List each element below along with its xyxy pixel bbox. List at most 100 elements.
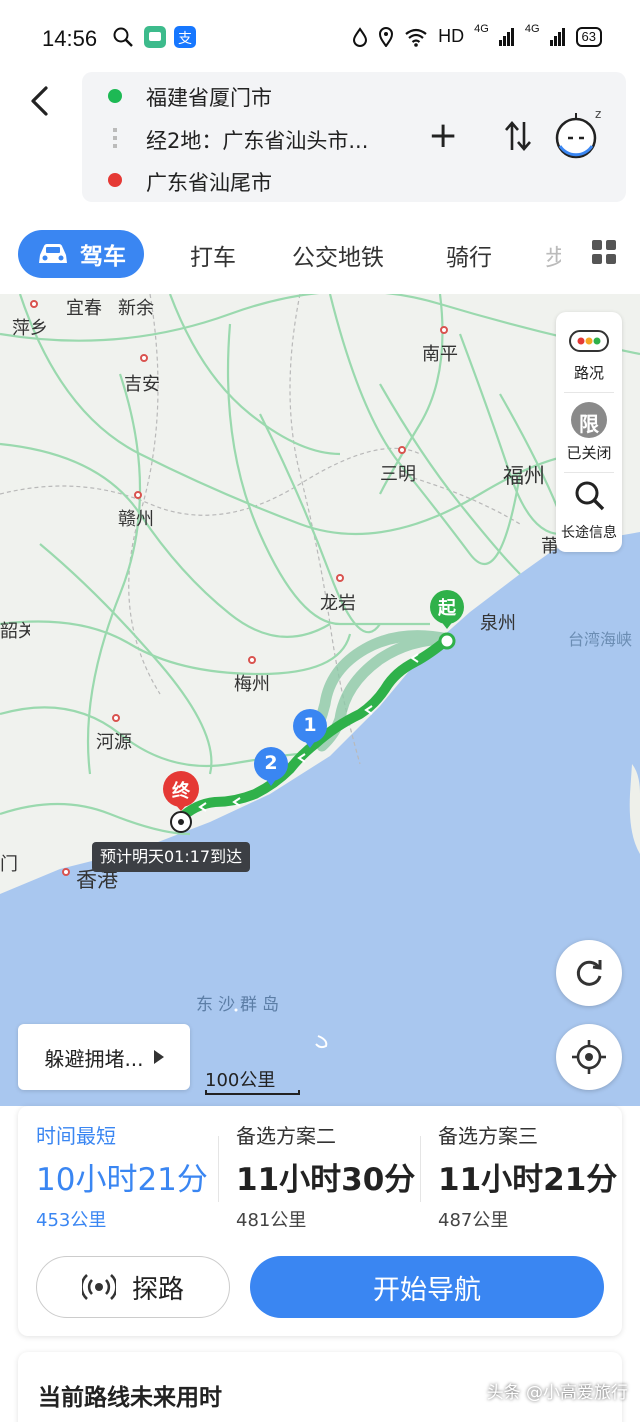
- waypoint-2-label: 2: [264, 752, 278, 774]
- drag-handle[interactable]: [113, 128, 117, 152]
- city-marker: [140, 354, 148, 362]
- start-navigation-button[interactable]: 开始导航: [250, 1256, 604, 1318]
- map-label: 梅州: [234, 674, 270, 695]
- avoid-congestion-button[interactable]: 躲避拥堵...: [18, 1024, 190, 1090]
- route-option-label: 时间最短: [36, 1124, 116, 1148]
- origin-field[interactable]: 福建省厦门市: [146, 82, 272, 112]
- route-option-distance: 453公里: [36, 1210, 107, 1231]
- route-option-distance: 481公里: [236, 1210, 307, 1231]
- route-options-card: 时间最短 10小时21分 453公里 备选方案二 11小时30分 481公里 备…: [18, 1106, 622, 1336]
- route-option-label: 备选方案二: [236, 1124, 336, 1148]
- map-label: 吉安: [124, 374, 160, 395]
- map-label: 萍乡: [12, 318, 48, 339]
- map-tools-panel: 路况 限 已关闭 长途信息: [556, 312, 622, 552]
- map-label: 河源: [96, 732, 132, 753]
- route-option-time: 11小时21分: [438, 1162, 618, 1198]
- map-label: 龙岩: [320, 593, 356, 614]
- route-option-time: 11小时30分: [236, 1162, 416, 1198]
- map-view[interactable]: 宜春 新余 萍乡 吉安 南平 三明 福州 赣州 龙岩 泉州 韶关 梅州 河源 香…: [0, 294, 640, 1106]
- crosshair-icon: [572, 1040, 606, 1074]
- start-navigation-label: 开始导航: [373, 1274, 481, 1306]
- message-app-icon: [144, 26, 166, 48]
- tab-drive[interactable]: 驾车: [18, 230, 144, 278]
- refresh-icon: [576, 960, 602, 986]
- restriction-badge: 限: [579, 412, 599, 436]
- assistant-icon[interactable]: z: [554, 108, 604, 164]
- traffic-icon: [569, 330, 609, 352]
- route-option-3[interactable]: 备选方案三 11小时21分 487公里: [420, 1106, 620, 1236]
- swap-icon[interactable]: [502, 118, 534, 154]
- scale-bar: [205, 1090, 300, 1095]
- more-tabs-icon[interactable]: [592, 240, 616, 264]
- route-stops-panel: 福建省厦门市 经2地：广东省汕头市... 广东省汕尾市 + z: [82, 72, 626, 202]
- signal-bars-icon: [549, 27, 565, 46]
- svg-text:z: z: [595, 108, 601, 121]
- back-icon[interactable]: [26, 84, 56, 118]
- map-label: 韶关: [0, 621, 30, 642]
- map-label: 东沙群岛: [196, 995, 284, 1015]
- battery-indicator: 63: [575, 26, 602, 47]
- hd-indicator: HD: [438, 26, 465, 46]
- alipay-icon: 支: [174, 26, 196, 48]
- restriction-toggle[interactable]: 已关闭: [556, 442, 622, 463]
- route-option-2[interactable]: 备选方案二 11小时30分 481公里: [218, 1106, 418, 1236]
- map-label: 新余: [118, 298, 154, 319]
- city-marker: [248, 656, 256, 664]
- city-marker: [336, 574, 344, 582]
- svg-text:支: 支: [178, 31, 192, 47]
- route-option-1[interactable]: 时间最短 10小时21分 453公里: [18, 1106, 218, 1236]
- city-marker: [398, 446, 406, 454]
- watermark: 头条 @小高爱旅行: [486, 1383, 628, 1403]
- tab-walk[interactable]: 步: [545, 238, 561, 272]
- wifi-icon: [405, 28, 427, 47]
- map-label: 台湾海峡: [568, 630, 633, 649]
- waypoint-1-label: 1: [303, 714, 317, 736]
- signal-bars-icon: [498, 27, 514, 46]
- map-label: 三明: [380, 464, 416, 485]
- data-saver-icon: [353, 26, 368, 47]
- city-marker: [134, 491, 142, 499]
- car-icon: [39, 244, 67, 263]
- destination-field[interactable]: 广东省汕尾市: [146, 167, 272, 197]
- tab-taxi[interactable]: 打车: [190, 238, 236, 272]
- city-marker: [62, 868, 70, 876]
- explore-route-label: 探路: [131, 1274, 184, 1305]
- origin-dot: [108, 89, 122, 103]
- broadcast-icon: [81, 1274, 116, 1300]
- explore-route-button[interactable]: 探路: [36, 1256, 230, 1318]
- destination-dot: [108, 173, 122, 187]
- eta-label: 预计明天01:17到达: [92, 842, 251, 872]
- tab-cycling[interactable]: 骑行: [446, 238, 492, 272]
- route-option-label: 备选方案三: [438, 1124, 538, 1148]
- add-waypoint-button[interactable]: +: [428, 116, 458, 156]
- map-label: 南平: [422, 344, 458, 365]
- scale-label: 100公里: [205, 1070, 276, 1091]
- map-label: 赣州: [118, 509, 154, 530]
- search-icon: [113, 27, 133, 47]
- map-label: 莆: [541, 536, 557, 557]
- city-marker: [30, 300, 38, 308]
- status-bar: 14:56 支 HD 4G 4G 63: [0, 0, 640, 78]
- via-field[interactable]: 经2地：广东省汕头市...: [146, 125, 368, 155]
- traffic-toggle[interactable]: 路况: [556, 362, 622, 383]
- location-icon: [379, 26, 394, 47]
- avoid-congestion-label: 躲避拥堵...: [44, 1046, 144, 1071]
- triangle-right-icon: [153, 1050, 164, 1064]
- map-background: [0, 294, 640, 1106]
- map-label: 门: [0, 854, 18, 875]
- city-marker: [112, 714, 120, 722]
- end-pin-label: 终: [172, 781, 190, 802]
- long-trip-info-button[interactable]: 长途信息: [556, 522, 622, 542]
- route-option-time: 10小时21分: [36, 1162, 208, 1198]
- map-label: 泉州: [480, 613, 516, 634]
- travel-mode-tabs: 驾车 打车 公交地铁 骑行 步: [0, 226, 640, 286]
- city-marker: [440, 326, 448, 334]
- tab-transit[interactable]: 公交地铁: [292, 238, 384, 272]
- locate-button[interactable]: [556, 1024, 622, 1090]
- search-icon: [575, 481, 605, 511]
- section-title: 当前路线未来用时: [38, 1385, 222, 1411]
- refresh-button[interactable]: [556, 940, 622, 1006]
- signal-2: 4G: [524, 22, 540, 35]
- map-label: 福州: [503, 464, 545, 488]
- route-option-distance: 487公里: [438, 1210, 509, 1231]
